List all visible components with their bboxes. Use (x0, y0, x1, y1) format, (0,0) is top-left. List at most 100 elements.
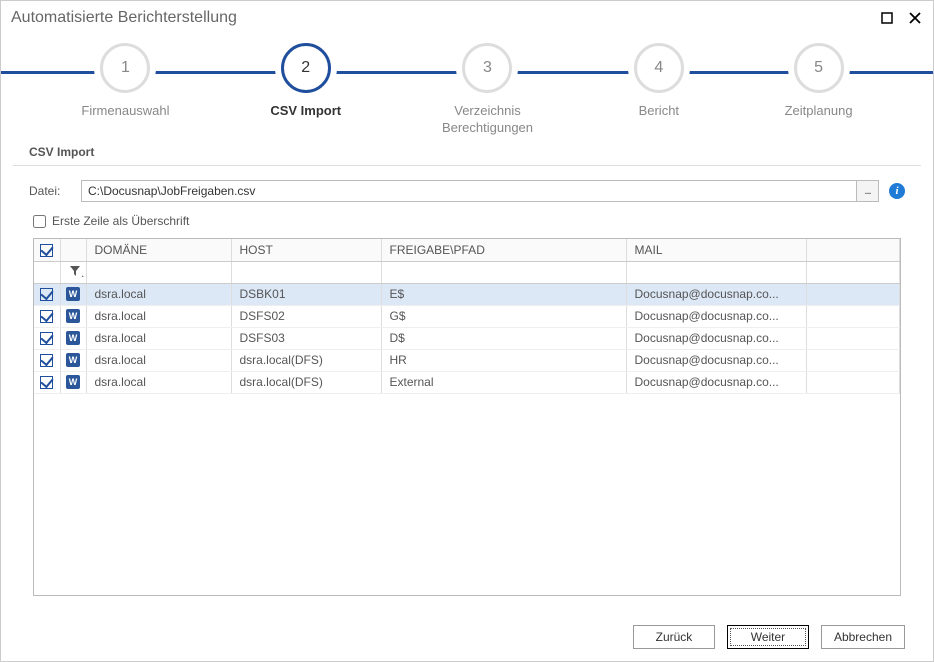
header-share[interactable]: FREIGABE\PFAD (381, 239, 626, 261)
filter-share[interactable] (381, 261, 626, 283)
row-checkbox-cell[interactable] (34, 371, 60, 393)
header-blank (806, 239, 900, 261)
cell-share: G$ (381, 305, 626, 327)
cell-host: DSFS03 (231, 327, 381, 349)
step-circle: 5 (794, 43, 844, 93)
cell-blank (806, 327, 900, 349)
first-row-header-option[interactable]: Erste Zeile als Überschrift (1, 214, 933, 228)
row-checkbox-cell[interactable] (34, 349, 60, 371)
close-icon[interactable] (907, 10, 923, 26)
wizard-step-4[interactable]: 4 Bericht (634, 43, 684, 137)
header-host[interactable]: HOST (231, 239, 381, 261)
file-path-input[interactable] (82, 181, 856, 201)
cell-host: DSBK01 (231, 283, 381, 305)
cell-blank (806, 305, 900, 327)
word-document-icon: W (66, 287, 80, 301)
row-checkbox[interactable] (40, 310, 53, 323)
row-doc-icon-cell: W (60, 305, 86, 327)
row-doc-icon-cell: W (60, 283, 86, 305)
cell-share: E$ (381, 283, 626, 305)
info-icon[interactable]: i (889, 183, 905, 199)
browse-button[interactable]: ... (856, 181, 878, 201)
filter-icon-cell[interactable] (60, 261, 86, 283)
row-doc-icon-cell: W (60, 371, 86, 393)
row-checkbox[interactable] (40, 354, 53, 367)
cell-host: dsra.local(DFS) (231, 349, 381, 371)
word-document-icon: W (66, 353, 80, 367)
cell-mail: Docusnap@docusnap.co... (626, 349, 806, 371)
filter-mail[interactable] (626, 261, 806, 283)
table-row[interactable]: Wdsra.localDSFS03D$Docusnap@docusnap.co.… (34, 327, 900, 349)
step-label: CSV Import (270, 103, 341, 120)
wizard-step-2[interactable]: 2 CSV Import (270, 43, 341, 137)
cell-domain: dsra.local (86, 349, 231, 371)
word-document-icon: W (66, 375, 80, 389)
cell-blank (806, 283, 900, 305)
filter-checkbox-cell (34, 261, 60, 283)
file-row: Datei: ... i (1, 180, 933, 202)
divider (13, 165, 921, 166)
title-bar: Automatisierte Berichterstellung (1, 1, 933, 35)
header-checkbox-cell[interactable] (34, 239, 60, 261)
back-button[interactable]: Zurück (633, 625, 715, 649)
cell-host: DSFS02 (231, 305, 381, 327)
cell-share: D$ (381, 327, 626, 349)
step-label: Bericht (639, 103, 679, 120)
row-checkbox[interactable] (40, 376, 53, 389)
row-checkbox-cell[interactable] (34, 305, 60, 327)
header-icon-cell (60, 239, 86, 261)
first-row-header-checkbox[interactable] (33, 215, 46, 228)
cell-mail: Docusnap@docusnap.co... (626, 305, 806, 327)
section-title: CSV Import (1, 145, 933, 165)
file-input-wrap: ... (81, 180, 879, 202)
cell-domain: dsra.local (86, 305, 231, 327)
cancel-button[interactable]: Abbrechen (821, 625, 905, 649)
row-checkbox[interactable] (40, 288, 53, 301)
cell-domain: dsra.local (86, 327, 231, 349)
filter-domain[interactable] (86, 261, 231, 283)
wizard-step-1[interactable]: 1 Firmenauswahl (81, 43, 169, 137)
wizard-step-5[interactable]: 5 Zeitplanung (785, 43, 853, 137)
cell-blank (806, 371, 900, 393)
table-row[interactable]: Wdsra.localdsra.local(DFS)HRDocusnap@doc… (34, 349, 900, 371)
wizard-step-3[interactable]: 3 VerzeichnisBerechtigungen (442, 43, 533, 137)
select-all-checkbox[interactable] (40, 244, 53, 257)
step-label: VerzeichnisBerechtigungen (442, 103, 533, 137)
cell-mail: Docusnap@docusnap.co... (626, 283, 806, 305)
header-domain[interactable]: DOMÄNE (86, 239, 231, 261)
step-circle: 4 (634, 43, 684, 93)
maximize-icon[interactable] (879, 10, 895, 26)
next-button[interactable]: Weiter (727, 625, 809, 649)
row-checkbox[interactable] (40, 332, 53, 345)
header-mail[interactable]: MAIL (626, 239, 806, 261)
table-row[interactable]: Wdsra.localdsra.local(DFS)ExternalDocusn… (34, 371, 900, 393)
step-circle: 1 (100, 43, 150, 93)
word-document-icon: W (66, 309, 80, 323)
cell-mail: Docusnap@docusnap.co... (626, 371, 806, 393)
cell-domain: dsra.local (86, 283, 231, 305)
wizard-steps: 1Firmenauswahl2CSV Import3VerzeichnisBer… (1, 43, 933, 133)
step-label: Firmenauswahl (81, 103, 169, 120)
cell-domain: dsra.local (86, 371, 231, 393)
cell-mail: Docusnap@docusnap.co... (626, 327, 806, 349)
word-document-icon: W (66, 331, 80, 345)
table-row[interactable]: Wdsra.localDSFS02G$Docusnap@docusnap.co.… (34, 305, 900, 327)
cell-blank (806, 349, 900, 371)
step-circle: 3 (462, 43, 512, 93)
filter-blank (806, 261, 900, 283)
cell-share: HR (381, 349, 626, 371)
row-checkbox-cell[interactable] (34, 327, 60, 349)
file-label: Datei: (29, 184, 71, 198)
cell-host: dsra.local(DFS) (231, 371, 381, 393)
step-circle: 2 (281, 43, 331, 93)
row-checkbox-cell[interactable] (34, 283, 60, 305)
row-doc-icon-cell: W (60, 327, 86, 349)
cell-share: External (381, 371, 626, 393)
filter-icon[interactable] (69, 265, 81, 277)
table-row[interactable]: Wdsra.localDSBK01E$Docusnap@docusnap.co.… (34, 283, 900, 305)
window-title: Automatisierte Berichterstellung (11, 9, 867, 27)
csv-table: DOMÄNE HOST FREIGABE\PFAD MAIL (33, 238, 901, 596)
step-label: Zeitplanung (785, 103, 853, 120)
filter-host[interactable] (231, 261, 381, 283)
wizard-footer: Zurück Weiter Abbrechen (633, 625, 905, 649)
